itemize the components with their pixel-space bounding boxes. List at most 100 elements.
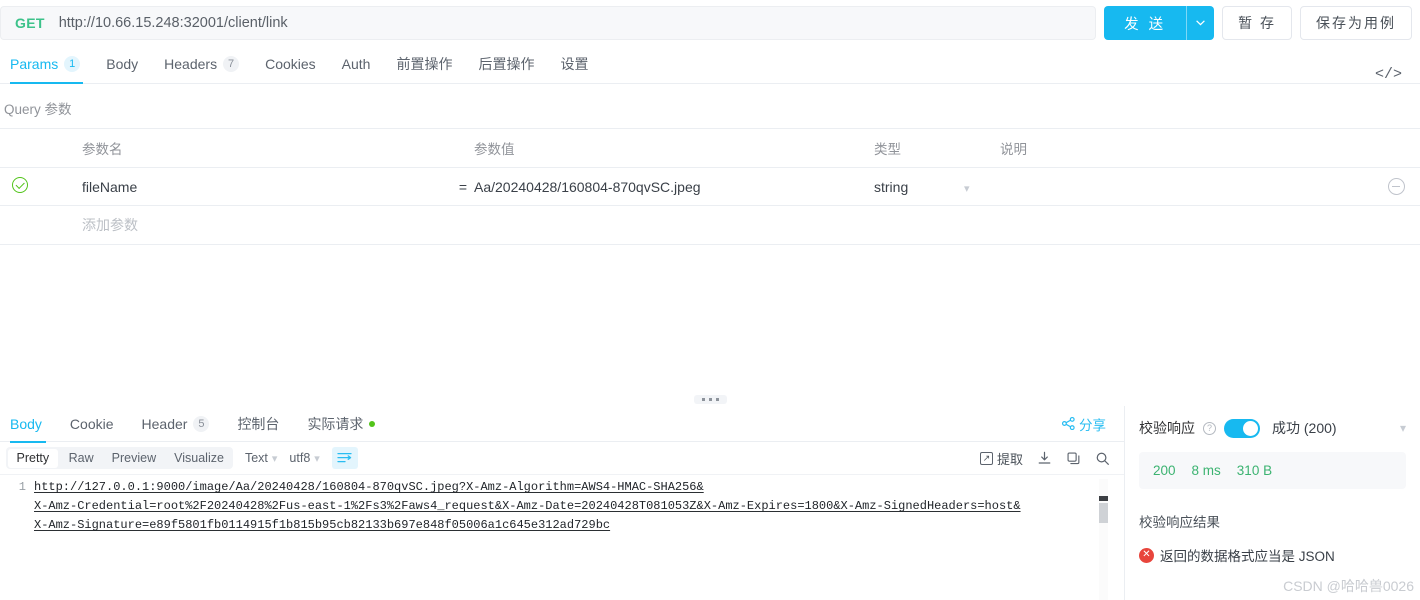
response-body-viewer[interactable]: 1 http://127.0.0.1:9000/image/Aa/2024042…	[0, 474, 1124, 600]
encoding-dropdown[interactable]: utf8 ▾	[289, 451, 319, 465]
share-button[interactable]: 分享	[1062, 414, 1110, 434]
extract-label: 提取	[996, 451, 1023, 467]
chevron-down-icon	[1196, 20, 1205, 26]
word-wrap-icon	[337, 452, 352, 463]
extract-icon: ↗	[979, 451, 993, 465]
body-toolbar-actions: ↗ 提取	[979, 449, 1110, 468]
response-tab-body[interactable]: Body	[0, 406, 56, 443]
copy-button[interactable]	[1066, 451, 1081, 466]
response-tab-actual-request[interactable]: 实际请求	[293, 406, 389, 442]
response-code-inner: 1 http://127.0.0.1:9000/image/Aa/2024042…	[0, 475, 1124, 535]
row-type-cell[interactable]: string	[874, 167, 964, 206]
encoding-dropdown-value: utf8	[289, 451, 311, 465]
tab-params-label: Params	[10, 56, 59, 72]
scrollbar-thumb[interactable]	[1099, 503, 1108, 523]
tab-settings[interactable]: 设置	[547, 45, 601, 83]
viewer-mode-visualize[interactable]: Visualize	[165, 447, 233, 469]
response-tab-cookie-label: Cookie	[69, 415, 114, 432]
col-name: 参数名	[42, 128, 452, 168]
tab-pre-script[interactable]: 前置操作	[383, 45, 465, 83]
row-name-cell[interactable]: fileName	[42, 167, 452, 206]
response-tab-body-label: Body	[10, 415, 42, 432]
tab-body[interactable]: Body	[93, 45, 151, 83]
response-body-line: X-Amz-Signature=e89f5801fb0114915f1b815b…	[34, 518, 611, 532]
save-as-case-button[interactable]: 保存为用例	[1300, 6, 1412, 40]
response-stats: 200 8 ms 310 B	[1139, 452, 1406, 489]
row-enable-cell[interactable]	[0, 167, 42, 206]
code-view-icon[interactable]: </>	[1367, 66, 1410, 83]
validation-toggle[interactable]	[1224, 418, 1260, 438]
add-row-type-caret	[964, 205, 1000, 245]
request-tab-bar: Params 1 Body Headers 7 Cookies Auth 前置操…	[0, 46, 1420, 84]
line-number-gutter: 1	[18, 480, 26, 494]
response-tab-cookie[interactable]: Cookie	[56, 406, 128, 442]
col-value: 参数值	[474, 128, 874, 168]
tab-cookies-label: Cookies	[265, 56, 316, 72]
tab-params[interactable]: Params 1	[0, 45, 93, 84]
url-text[interactable]: http://10.66.15.248:32001/client/link	[59, 15, 288, 31]
add-param-row[interactable]: 添加参数	[0, 205, 1420, 245]
check-circle-icon[interactable]	[12, 177, 28, 193]
url-bar: GET http://10.66.15.248:32001/client/lin…	[0, 0, 1420, 46]
panel-splitter[interactable]	[0, 392, 1420, 406]
query-params-body: fileName = Aa/20240428/160804-870qvSC.jp…	[0, 167, 1420, 245]
viewer-mode-pretty[interactable]: Pretty	[7, 448, 59, 468]
table-row: fileName = Aa/20240428/160804-870qvSC.jp…	[0, 167, 1420, 206]
validation-header: 校验响应 ? 成功 (200) ▾	[1139, 418, 1406, 438]
response-tab-bar: Body Cookie Header 5 控制台 实际请求 分享	[0, 406, 1124, 443]
row-description-cell[interactable]	[1000, 167, 1372, 206]
add-param-placeholder[interactable]: 添加参数	[42, 205, 452, 245]
send-options-caret[interactable]	[1186, 6, 1215, 40]
response-body-line: X-Amz-Credential=root%2F20240428%2Fus-ea…	[34, 499, 1021, 513]
response-tab-header[interactable]: Header 5	[128, 406, 224, 442]
drag-handle-icon[interactable]	[693, 394, 727, 404]
modified-dot-icon	[369, 420, 376, 427]
chevron-down-icon: ▾	[314, 452, 320, 465]
response-body-text[interactable]: http://127.0.0.1:9000/image/Aa/20240428/…	[34, 478, 1021, 535]
response-tab-header-label: Header	[141, 415, 188, 432]
query-params-table: 参数名 参数值 类型 说明 fileName = Aa/20240428/160	[0, 128, 1420, 245]
watermark: CSDN @哈哈兽0026	[1283, 578, 1414, 594]
extract-button[interactable]: ↗ 提取	[979, 449, 1023, 468]
row-value-cell[interactable]: Aa/20240428/160804-870qvSC.jpeg	[474, 167, 874, 206]
col-actions	[1372, 128, 1420, 168]
response-tab-console[interactable]: 控制台	[223, 406, 293, 442]
response-body-scrollbar[interactable]	[1099, 479, 1108, 600]
tab-auth[interactable]: Auth	[329, 45, 384, 83]
word-wrap-toggle[interactable]	[331, 447, 358, 469]
col-type: 类型	[874, 128, 964, 168]
validation-result-title: 校验响应结果	[1139, 515, 1220, 530]
minus-circle-icon[interactable]	[1387, 178, 1405, 196]
viewer-mode-preview[interactable]: Preview	[103, 447, 165, 469]
format-dropdown[interactable]: Text ▾	[245, 451, 277, 465]
col-description: 说明	[1000, 128, 1372, 168]
tab-cookies[interactable]: Cookies	[252, 45, 329, 83]
tab-headers[interactable]: Headers 7	[151, 45, 252, 83]
api-client-window: GET http://10.66.15.248:32001/client/lin…	[0, 0, 1420, 600]
chevron-down-icon: ▾	[271, 452, 278, 465]
add-row-type[interactable]	[874, 205, 964, 245]
tab-body-label: Body	[106, 56, 139, 72]
save-draft-button[interactable]: 暂 存	[1222, 6, 1292, 40]
response-size-stat: 310 B	[1236, 463, 1273, 478]
response-time-stat: 8 ms	[1191, 463, 1221, 478]
chevron-down-icon[interactable]: ▾	[1400, 421, 1406, 435]
format-dropdown-value: Text	[244, 451, 268, 465]
query-params-section: Query 参数 参数名 参数值 类型 说明 fileName = Aa/202…	[0, 84, 1420, 245]
http-method-label[interactable]: GET	[15, 15, 45, 31]
viewer-mode-raw[interactable]: Raw	[60, 447, 103, 469]
row-type-caret[interactable]: ▾	[964, 167, 1000, 206]
send-button[interactable]: 发 送	[1104, 6, 1187, 40]
add-row-value[interactable]	[474, 205, 874, 245]
tab-post-script[interactable]: 后置操作	[465, 45, 547, 83]
validation-panel: 校验响应 ? 成功 (200) ▾ 200 8 ms 310 B 校验响应结果 …	[1124, 406, 1420, 600]
row-delete-cell[interactable]	[1372, 167, 1420, 206]
download-button[interactable]	[1037, 451, 1052, 466]
col-enable	[0, 128, 42, 168]
search-button[interactable]	[1095, 451, 1110, 466]
drag-dot	[715, 397, 719, 401]
add-row-desc[interactable]	[1000, 205, 1372, 245]
tab-settings-label: 设置	[560, 56, 589, 72]
question-mark-icon[interactable]: ?	[1203, 421, 1216, 435]
url-input[interactable]: GET http://10.66.15.248:32001/client/lin…	[0, 6, 1097, 40]
